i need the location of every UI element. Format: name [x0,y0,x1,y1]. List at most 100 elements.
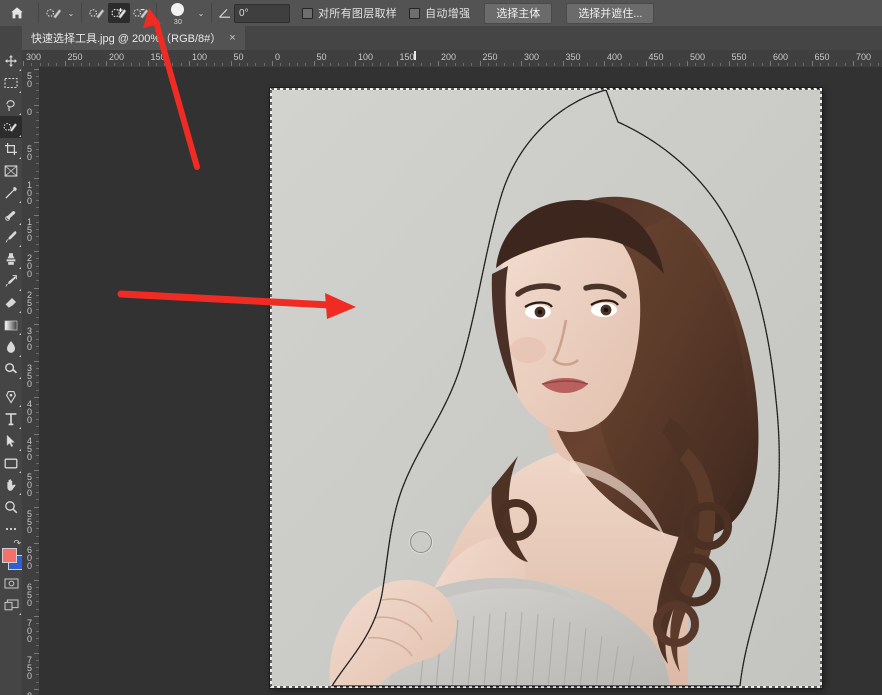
ruler-minor-tick [130,63,132,66]
close-icon[interactable]: × [229,32,235,44]
brush-angle-icon [219,9,230,18]
ruler-minor-tick [346,63,348,66]
ruler-tick-label: 300 [524,52,540,62]
sample-all-layers-row[interactable]: 对所有图层取样 [302,5,397,21]
sidebar-item-edit-toolbar[interactable] [0,518,22,540]
ruler-tick [728,61,730,66]
home-button[interactable] [0,6,34,20]
ruler-tick [645,61,647,66]
ruler-tick-label: 700 [26,618,32,644]
vertical-ruler[interactable]: 50 0 50 100 150 200 250 300 350 400 450 500 550 600 65… [22,67,40,695]
sidebar-item-crop-tool[interactable] [0,138,22,160]
selection-mode-add[interactable] [108,3,130,23]
foreground-color-swatch[interactable] [2,548,17,563]
sidebar-item-pen-tool[interactable] [0,386,22,408]
sidebar-item-brush-tool[interactable] [0,226,22,248]
ruler-minor-tick [462,63,464,66]
selection-mode-new[interactable] [86,3,108,23]
ruler-tick-label: 300 [26,326,32,352]
ruler-minor-tick [628,63,630,66]
sidebar-item-rectangle-tool[interactable] [0,452,22,474]
tool-preset-picker[interactable] [43,3,65,23]
ruler-tick-label: 500 [26,472,32,498]
ruler-minor-tick [595,63,597,66]
auto-enhance-row[interactable]: 自动增强 [409,5,470,21]
ellipsis-icon [5,527,17,531]
sidebar-item-hand-tool[interactable] [0,474,22,496]
color-swatches[interactable]: ↷ [0,538,23,572]
ruler-minor-tick [545,63,547,66]
ruler-tick [230,61,232,66]
canvas-area[interactable] [39,67,882,695]
ruler-tick-label: 150 [150,52,166,62]
ruler-minor-tick [56,63,58,66]
sidebar-item-gradient-tool[interactable] [0,314,22,336]
sidebar-item-marquee-tool[interactable] [0,72,22,94]
ruler-tick [687,61,688,66]
ruler-tick [562,61,564,66]
ruler-minor-tick [703,63,705,66]
sidebar-item-history-brush-tool[interactable] [0,270,22,292]
ruler-minor-tick [678,63,680,66]
brush-size-preview[interactable]: 30 [161,0,195,26]
sidebar-item-type-tool[interactable] [0,408,22,430]
brush-angle-input[interactable]: 0° [234,3,290,23]
ruler-minor-tick [72,63,74,66]
brush-picker-caret[interactable]: ⌄ [195,9,207,18]
quick-mask-button[interactable] [0,572,22,594]
ruler-minor-tick [637,63,639,66]
document-canvas[interactable] [270,88,822,688]
sample-all-layers-checkbox[interactable] [302,7,313,19]
brush-angle-button[interactable] [216,7,234,19]
ruler-tick [521,61,522,66]
sidebar-item-path-selection-tool[interactable] [0,430,22,452]
horizontal-ruler[interactable]: 300 250 200 150 100 50 0 50 100 150 200 250 300 350 40… [22,50,882,68]
ruler-minor-tick [429,63,431,66]
ruler-minor-tick [570,63,572,66]
rectangle-shape-icon [4,458,18,468]
ruler-tick [147,61,149,66]
sidebar-item-eyedropper-tool[interactable] [0,182,22,204]
sidebar-item-lasso-tool[interactable] [0,94,22,116]
sidebar-item-blur-tool[interactable] [0,336,22,358]
ruler-minor-tick [39,63,41,66]
auto-enhance-checkbox[interactable] [409,7,421,19]
ruler-minor-tick [247,63,249,66]
ruler-tick-label: 200 [26,253,32,279]
screen-mode-button[interactable] [0,594,22,616]
brush-cursor [410,531,432,553]
ruler-tick [23,61,24,66]
ruler-minor-tick [720,63,722,66]
sidebar-item-zoom-tool[interactable] [0,496,22,518]
sidebar-item-frame-tool[interactable] [0,160,22,182]
document-tab[interactable]: 快速选择工具.jpg @ 200%（RGB/8#） × [22,26,245,50]
selection-add-icon [110,7,126,19]
ruler-minor-tick [653,63,655,66]
ruler-minor-tick [803,63,805,66]
ruler-tick-label: 550 [731,52,747,62]
sidebar-item-dodge-tool[interactable] [0,358,22,380]
select-and-mask-button[interactable]: 选择并遮住... [566,2,655,24]
sidebar-item-clone-stamp-tool[interactable] [0,248,22,270]
healing-brush-icon [5,211,16,221]
ruler-tick-label: 450 [648,52,664,62]
dodge-icon [5,363,17,374]
sidebar-item-quick-selection-tool[interactable] [0,116,22,138]
path-arrow-icon [6,434,16,448]
ruler-minor-tick [512,63,514,66]
eyedropper-icon [5,187,17,199]
sidebar-item-healing-brush-tool[interactable] [0,204,22,226]
sidebar-item-move-tool[interactable] [0,50,22,72]
selection-subtract-icon [132,8,148,19]
select-subject-button[interactable]: 选择主体 [484,2,553,24]
document-tab-title: 快速选择工具.jpg @ 200%（RGB/8#） [31,33,222,45]
tool-preset-caret[interactable]: ⌄ [65,9,77,18]
ruler-minor-tick [363,63,365,66]
ruler-tick-label: 50 [233,52,244,62]
ruler-minor-tick [877,63,879,66]
selection-mode-subtract[interactable] [130,3,152,23]
divider [211,3,212,23]
sidebar-item-eraser-tool[interactable] [0,292,22,314]
ruler-minor-tick [620,63,622,66]
ruler-tick-label: 150 [26,216,32,243]
